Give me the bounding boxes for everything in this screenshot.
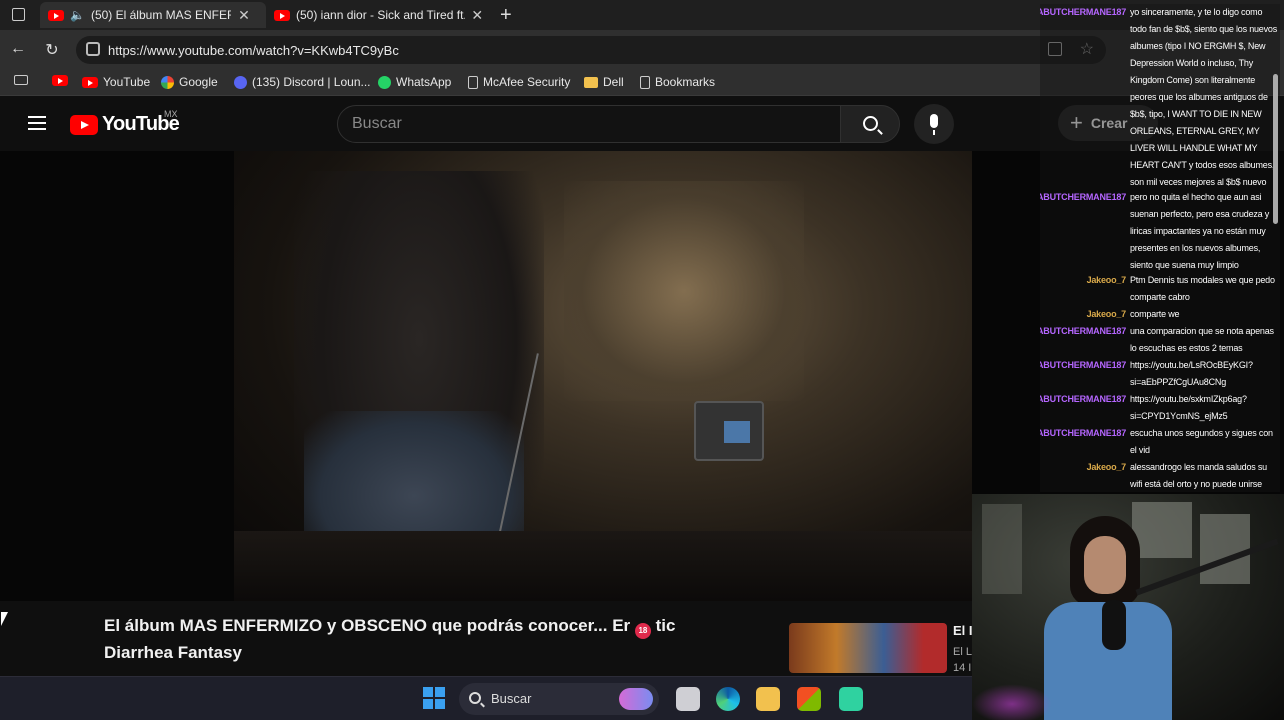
- bookmark-mcafee[interactable]: McAfee Security: [468, 75, 570, 89]
- search-button[interactable]: [840, 105, 900, 143]
- chat-message: DABUTCHERMANE187 https://youtu.be/LsROcB…: [1040, 357, 1280, 391]
- discord-icon: [234, 75, 247, 89]
- chat-text: comparte we: [1130, 309, 1180, 319]
- bookmark-whatsapp[interactable]: WhatsApp: [378, 75, 451, 89]
- chat-text: alessandrogo les manda saludos su wifi e…: [1130, 462, 1267, 489]
- speaker-icon[interactable]: 🔈: [70, 8, 85, 22]
- webcam-scene: [1102, 600, 1126, 650]
- chat-message: DABUTCHERMANE187 https://youtu.be/sxkmIZ…: [1040, 391, 1280, 425]
- webcam-scene: [982, 504, 1022, 594]
- site-info-icon[interactable]: [86, 42, 100, 56]
- video-scene: [234, 531, 972, 601]
- webcam-scene: [1132, 502, 1192, 558]
- new-tab-button[interactable]: +: [500, 4, 512, 27]
- page-icon: [640, 75, 650, 89]
- youtube-logo-icon: [70, 114, 98, 135]
- file-explorer-icon[interactable]: [756, 687, 780, 711]
- chat-username: Jakeoo_7: [1086, 275, 1127, 285]
- google-icon: [161, 75, 174, 89]
- widgets-icon: [619, 688, 653, 710]
- search-icon: [469, 692, 481, 704]
- video-player[interactable]: [234, 151, 972, 601]
- chat-username: DABUTCHERMANE187: [1040, 192, 1126, 202]
- bookmark-google[interactable]: Google: [161, 75, 218, 89]
- close-icon[interactable]: ✕: [237, 7, 251, 24]
- whatsapp-icon: [378, 75, 391, 89]
- url-text: https://www.youtube.com/watch?v=KKwb4TC9…: [108, 42, 399, 58]
- chat-text: pero no quita el hecho que aun asi suena…: [1130, 192, 1270, 270]
- search-icon: [863, 116, 878, 131]
- task-view-icon[interactable]: [676, 687, 700, 711]
- chat-message: Jakeoo_7 alessandrogo les manda saludos …: [1040, 459, 1280, 492]
- address-bar[interactable]: https://www.youtube.com/watch?v=KKwb4TC9…: [76, 36, 1106, 64]
- search-input[interactable]: Buscar: [337, 105, 841, 143]
- webcam-scene: [1084, 536, 1126, 594]
- chat-text: Ptm Dennis tus modales we que pedo compa…: [1130, 275, 1275, 302]
- page-icon: [468, 75, 478, 89]
- back-arrow-icon[interactable]: ←: [8, 40, 28, 58]
- chat-message: Jakeoo_7 comparte we: [1040, 306, 1280, 323]
- recommended-title[interactable]: El I: [953, 623, 973, 638]
- close-icon[interactable]: ✕: [471, 7, 484, 24]
- bookmark-dell[interactable]: Dell: [584, 75, 624, 89]
- webcam-overlay: [972, 494, 1284, 720]
- chat-username: DABUTCHERMANE187: [1040, 326, 1126, 336]
- bookmark-bookmarks[interactable]: Bookmarks: [640, 75, 715, 89]
- video-title: El álbum MAS ENFERMIZO y OBSCENO que pod…: [104, 616, 676, 662]
- webcam-scene: [972, 684, 1052, 720]
- youtube-favicon-icon: [274, 9, 290, 21]
- chat-message: DABUTCHERMANE187 una comparacion que se …: [1040, 323, 1280, 357]
- webcam-scene: [1200, 514, 1250, 584]
- bookmark-discord[interactable]: (135) Discord | Loun...: [234, 75, 371, 89]
- tab-actions-icon[interactable]: [12, 8, 25, 21]
- chat-message: DABUTCHERMANE187 yo sinceramente, y te l…: [1040, 4, 1280, 191]
- reload-icon[interactable]: ↻: [42, 40, 62, 60]
- folder-icon: [584, 76, 598, 88]
- tab-title: (50) iann dior - Sick and Tired ft. I: [296, 8, 465, 22]
- youtube-favicon-icon: [48, 9, 64, 21]
- bookmark-youtube-icon-only[interactable]: [52, 75, 68, 86]
- edge-icon[interactable]: [716, 687, 740, 711]
- stream-chat-overlay: DABUTCHERMANE187 yo sinceramente, y te l…: [1040, 4, 1280, 492]
- chat-username: DABUTCHERMANE187: [1040, 360, 1126, 370]
- voice-search-icon[interactable]: [914, 104, 954, 144]
- chat-text: una comparacion que se nota apenas lo es…: [1130, 326, 1274, 353]
- menu-icon[interactable]: [28, 116, 46, 130]
- bookmarks-hub-icon[interactable]: [14, 75, 28, 85]
- country-code: MX: [164, 109, 178, 119]
- video-scene: [564, 181, 804, 401]
- video-scene: [694, 401, 764, 461]
- chat-message: DABUTCHERMANE187 pero no quita el hecho …: [1040, 189, 1280, 274]
- chat-username: DABUTCHERMANE187: [1040, 394, 1126, 404]
- tab-music[interactable]: (50) iann dior - Sick and Tired ft. I ✕: [266, 2, 492, 28]
- mouse-cursor-icon: [1, 612, 8, 626]
- prohibited-18-icon: 18: [634, 623, 651, 639]
- chat-username: DABUTCHERMANE187: [1040, 428, 1126, 438]
- recommended-meta: El L 14 I: [953, 646, 972, 674]
- chat-text: https://youtu.be/LsROcBEyKGI?si=aEbPPZfC…: [1130, 360, 1253, 387]
- store-icon[interactable]: [797, 687, 821, 711]
- chat-username: DABUTCHERMANE187: [1040, 7, 1126, 17]
- windows-start-icon[interactable]: [423, 687, 445, 709]
- scrollbar[interactable]: [1273, 74, 1278, 224]
- youtube-logo[interactable]: YouTube MX: [70, 109, 180, 136]
- chat-username: Jakeoo_7: [1086, 309, 1127, 319]
- chat-text: https://youtu.be/sxkmIZkp6ag?si=CPYD1Ycm…: [1130, 394, 1247, 421]
- chat-message: DABUTCHERMANE187 escucha unos segundos y…: [1040, 425, 1280, 459]
- app-icon[interactable]: [839, 687, 863, 711]
- taskbar-search[interactable]: Buscar: [459, 683, 659, 715]
- chat-text: yo sinceramente, y te lo digo como todo …: [1130, 7, 1278, 187]
- bookmark-youtube[interactable]: YouTube: [82, 75, 150, 89]
- chat-text: escucha unos segundos y sigues con el vi…: [1130, 428, 1273, 455]
- recommended-thumbnail[interactable]: [789, 623, 947, 673]
- tab-title: (50) El álbum MAS ENFERMI: [90, 8, 231, 22]
- chat-message: Jakeoo_7 Ptm Dennis tus modales we que p…: [1040, 272, 1280, 306]
- windows-taskbar: Buscar: [0, 676, 972, 720]
- tab-video[interactable]: 🔈 (50) El álbum MAS ENFERMI ✕: [40, 2, 266, 28]
- youtube-icon: [82, 76, 98, 88]
- chat-username: Jakeoo_7: [1086, 462, 1127, 472]
